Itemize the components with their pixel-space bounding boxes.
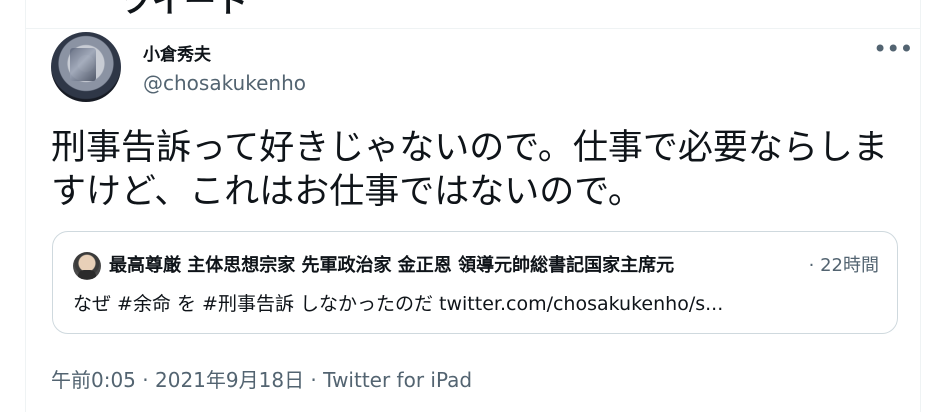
left-border	[25, 0, 26, 412]
tweet-metadata: 午前0:05 · 2021年9月18日 · Twitter for iPad	[51, 364, 472, 393]
quoted-author-name[interactable]: 最高尊厳 主体思想宗家 先軍政治家 金正恩 領導元帥総書記国家主席元	[109, 252, 799, 280]
quoted-time-label[interactable]: 22時間	[820, 255, 879, 276]
meta-separator: ·	[135, 368, 155, 392]
author-avatar[interactable]	[51, 32, 121, 102]
partial-page-heading: ツイート	[120, 0, 249, 20]
quoted-tweet-time[interactable]: · 22時間	[809, 252, 879, 280]
more-horizontal-icon[interactable]: •••	[873, 35, 913, 63]
quoted-tweet-card[interactable]: 最高尊厳 主体思想宗家 先軍政治家 金正恩 領導元帥総書記国家主席元 · 22時…	[52, 231, 898, 334]
quoted-author-avatar[interactable]	[73, 252, 101, 280]
meta-separator: ·	[304, 368, 324, 392]
author-name[interactable]: 小倉秀夫	[143, 40, 211, 65]
tweet-time-link[interactable]: 午前0:05	[51, 368, 136, 392]
tweet-source-link[interactable]: Twitter for iPad	[323, 368, 472, 392]
tweet-text: 刑事告訴って好きじゃないので。仕事で必要ならしますけど、これはお仕事ではないので…	[51, 128, 888, 212]
author-handle[interactable]: @chosakukenho	[143, 71, 306, 95]
tweet-date-link[interactable]: 2021年9月18日	[155, 368, 304, 392]
top-divider	[25, 28, 921, 29]
quoted-time-separator: ·	[808, 255, 815, 276]
quoted-tweet-text: なぜ #余命 を #刑事告訴 しなかったのだ twitter.com/chosa…	[73, 293, 724, 315]
right-border	[920, 0, 921, 412]
